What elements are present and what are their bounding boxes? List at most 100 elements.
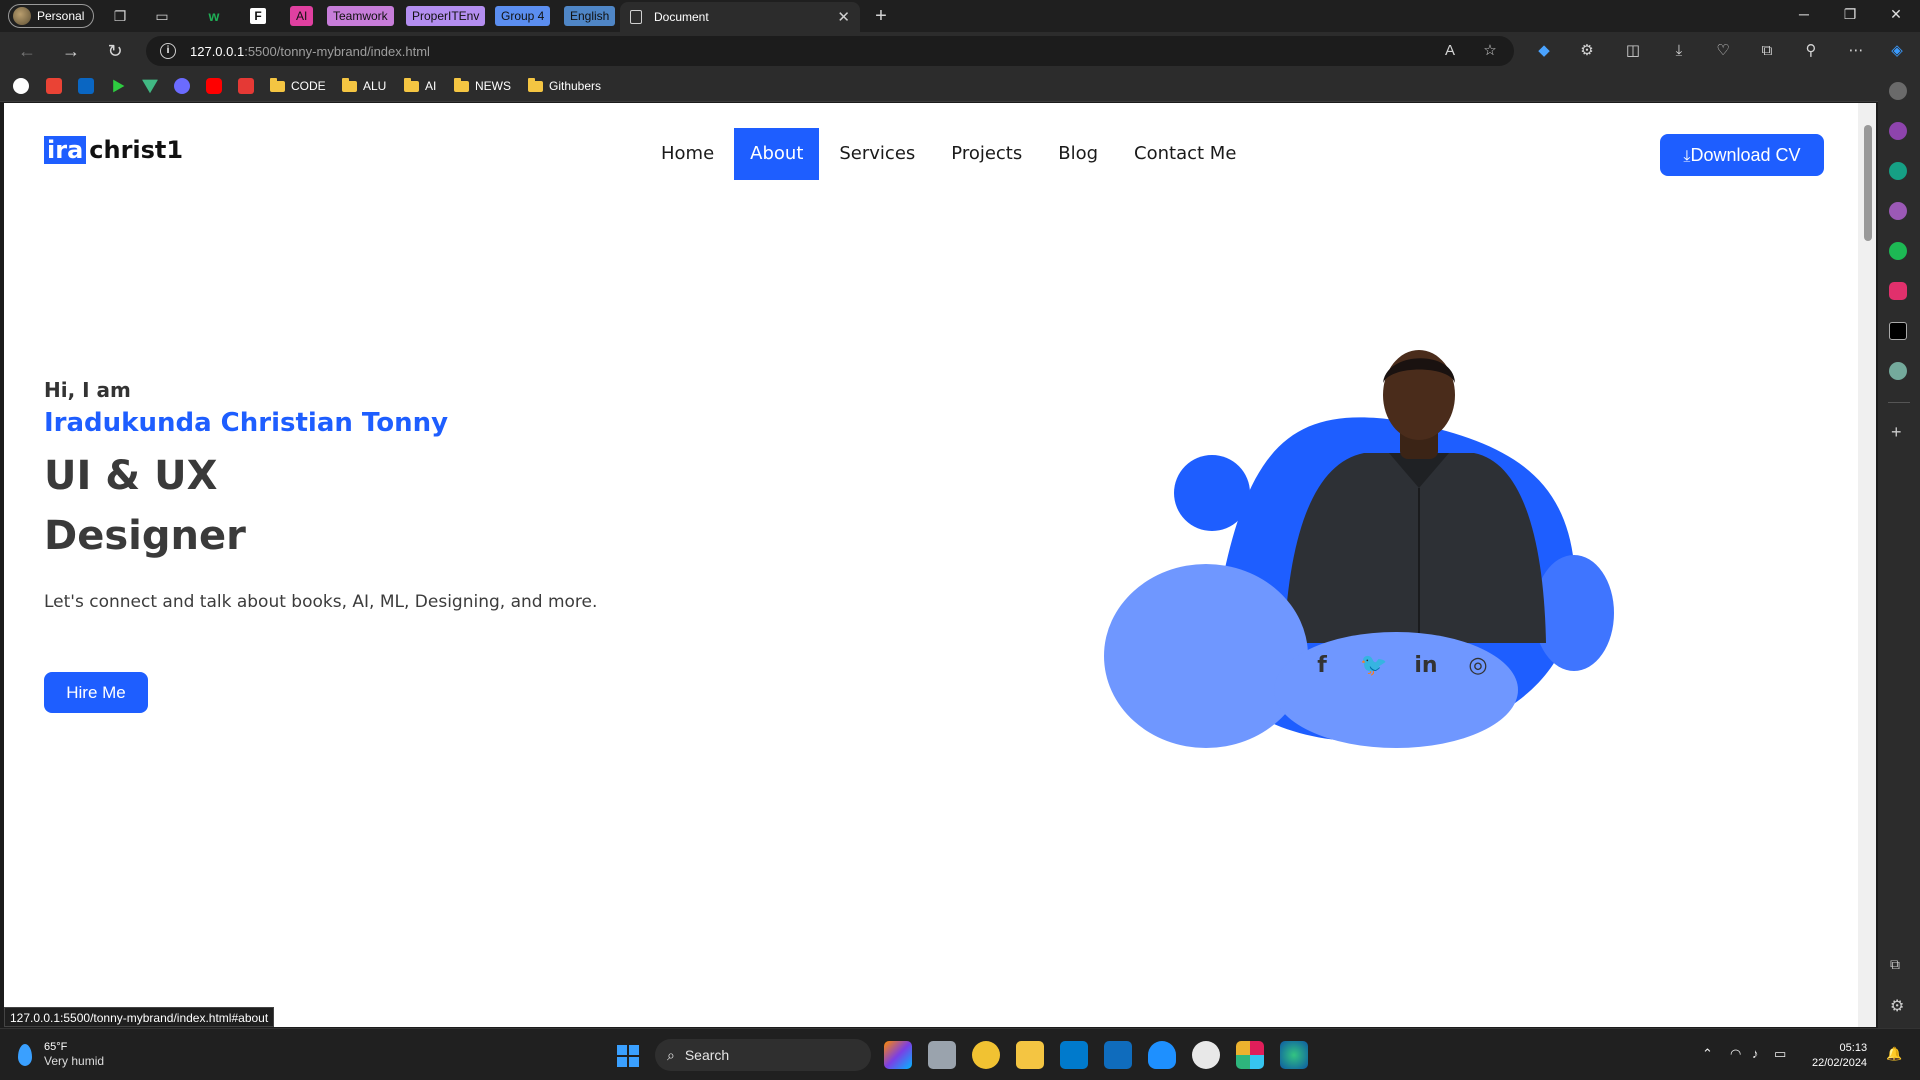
weather-widget[interactable]: 65°F Very humid xyxy=(18,1040,104,1069)
sidebar-app-l-icon[interactable] xyxy=(1889,162,1907,180)
nav-about[interactable]: About xyxy=(734,128,820,180)
nav-projects[interactable]: Projects xyxy=(935,128,1038,180)
new-tab-icon[interactable]: + xyxy=(871,6,891,26)
tab-group-properitenv[interactable]: ProperITEnv xyxy=(406,6,486,26)
collections-icon[interactable]: ⚲ xyxy=(1800,40,1822,62)
forward-icon[interactable]: → xyxy=(60,40,82,62)
pinned-tab-f-icon[interactable]: F xyxy=(250,8,266,24)
sidebar-settings-icon[interactable]: ⚙ xyxy=(1890,996,1904,1016)
favorite-star-icon[interactable]: ☆ xyxy=(1479,40,1501,62)
hire-me-button[interactable]: Hire Me xyxy=(44,672,148,713)
downloads-icon[interactable]: ⤓ xyxy=(1668,40,1690,62)
read-aloud-icon[interactable]: A xyxy=(1439,40,1461,62)
twitter-icon[interactable]: 🐦 xyxy=(1348,653,1400,678)
chatgpt-sidebar-icon[interactable] xyxy=(1889,362,1907,380)
clock-app-icon[interactable] xyxy=(1192,1041,1220,1069)
sidebar-app-o-icon[interactable] xyxy=(1889,202,1907,220)
sidebar-screenshot-icon[interactable]: ⧉ xyxy=(1890,956,1900,973)
youtube-bookmark-icon[interactable] xyxy=(206,78,222,94)
outlook-icon[interactable] xyxy=(1104,1041,1132,1069)
bookmark-folder-ai[interactable]: AI xyxy=(404,77,436,95)
bookmark-folder-code[interactable]: CODE xyxy=(270,77,326,95)
extensions-icon[interactable]: ⚙ xyxy=(1576,40,1598,62)
onedrive-icon[interactable] xyxy=(1148,1041,1176,1069)
copilot-taskbar-icon[interactable] xyxy=(884,1041,912,1069)
tab-group-english[interactable]: English xyxy=(564,6,616,26)
spotify-icon[interactable] xyxy=(1889,242,1907,260)
close-window-icon[interactable]: ✕ xyxy=(1886,6,1906,23)
slack-icon[interactable] xyxy=(1236,1041,1264,1069)
download-icon: ⤓ xyxy=(1683,148,1691,165)
x-sidebar-icon[interactable] xyxy=(1889,322,1907,340)
start-button[interactable] xyxy=(617,1045,639,1067)
profile-button[interactable]: Personal xyxy=(8,4,95,28)
site-info-icon[interactable]: i xyxy=(160,43,176,59)
hero-blob-right xyxy=(1534,555,1614,671)
folder-icon xyxy=(528,77,543,92)
active-tab[interactable]: Document ✕ xyxy=(620,2,860,32)
sidebar-search-icon[interactable] xyxy=(1889,82,1907,100)
wifi-icon[interactable]: ◠ xyxy=(1730,1046,1741,1062)
file-explorer-icon[interactable] xyxy=(1016,1041,1044,1069)
tab-group-teamwork[interactable]: Teamwork xyxy=(327,6,394,26)
sidebar-add-icon[interactable]: + xyxy=(1891,422,1902,443)
vscode-icon[interactable] xyxy=(1060,1041,1088,1069)
more-options-icon[interactable]: ⋯ xyxy=(1845,40,1867,62)
linkedin-icon[interactable]: in xyxy=(1400,653,1452,678)
browser-essentials-icon[interactable]: ♡ xyxy=(1712,40,1734,62)
restore-icon[interactable]: ❐ xyxy=(1840,6,1860,23)
back-icon[interactable]: ← xyxy=(16,40,38,62)
site-logo[interactable]: ira christ1 xyxy=(44,136,183,164)
page-scrollbar[interactable] xyxy=(1858,103,1876,1027)
folder-icon xyxy=(404,77,419,92)
split-screen-icon[interactable]: ◫ xyxy=(1622,40,1644,62)
bookmark-folder-alu[interactable]: ALU xyxy=(342,77,386,95)
screenshot-icon[interactable]: ⧉ xyxy=(1756,40,1778,62)
taskbar-clock[interactable]: 05:13 22/02/2024 xyxy=(1812,1041,1867,1071)
github-bookmark-icon[interactable] xyxy=(13,78,29,94)
notifications-icon[interactable]: 🔔 xyxy=(1886,1046,1902,1062)
app-bookmark-icon[interactable] xyxy=(174,78,190,94)
facebook-icon[interactable]: f xyxy=(1296,653,1348,678)
download-bookmark-icon[interactable] xyxy=(238,78,254,94)
page-scrollbar-thumb[interactable] xyxy=(1864,125,1872,241)
folder-label: Githubers xyxy=(549,79,602,93)
tab-group-ai[interactable]: AI xyxy=(290,6,314,26)
pinned-tab-w-icon[interactable]: w xyxy=(204,6,224,26)
taskbar-search[interactable]: ⌕ Search xyxy=(655,1039,871,1071)
url-host: 127.0.0.1 xyxy=(190,43,245,59)
sidebar-app-b-icon[interactable] xyxy=(1889,122,1907,140)
address-bar[interactable]: i 127.0.0.1:5500/tonny-mybrand/index.htm… xyxy=(146,36,1514,66)
volume-icon[interactable]: ♪ xyxy=(1752,1046,1759,1061)
bookmark-folder-news[interactable]: NEWS xyxy=(454,77,511,95)
close-tab-icon[interactable]: ✕ xyxy=(837,8,850,26)
refresh-icon[interactable]: ↻ xyxy=(104,40,126,62)
bookmark-folder-githubers[interactable]: Githubers xyxy=(528,77,601,95)
vue-bookmark-icon[interactable] xyxy=(142,79,158,94)
tray-overflow-icon[interactable]: ⌃ xyxy=(1702,1046,1713,1062)
hero-text: Hi, I am Iradukunda Christian Tonny UI &… xyxy=(44,378,597,612)
file-explorer-alt-icon[interactable] xyxy=(928,1041,956,1069)
workspaces-icon[interactable]: ❐ xyxy=(110,6,130,26)
folder-label: ALU xyxy=(363,79,387,93)
minimize-icon[interactable]: ─ xyxy=(1794,6,1814,22)
edge-taskbar-icon[interactable] xyxy=(1280,1041,1308,1069)
nav-contact[interactable]: Contact Me xyxy=(1118,128,1252,180)
instagram-sidebar-icon[interactable] xyxy=(1889,282,1907,300)
nav-services[interactable]: Services xyxy=(823,128,931,180)
tab-actions-icon[interactable]: ▭ xyxy=(152,6,172,26)
search-icon: ⌕ xyxy=(667,1046,675,1063)
nav-blog[interactable]: Blog xyxy=(1042,128,1114,180)
battery-icon[interactable]: ▭ xyxy=(1774,1046,1786,1062)
todo-app-icon[interactable] xyxy=(972,1041,1000,1069)
download-cv-button[interactable]: ⤓Download CV xyxy=(1660,134,1824,176)
copilot-icon[interactable]: ◈ xyxy=(1886,40,1908,62)
instagram-icon[interactable]: ◎ xyxy=(1452,653,1504,678)
sidebar-divider xyxy=(1888,402,1910,403)
tab-group-group4[interactable]: Group 4 xyxy=(495,6,551,26)
play-bookmark-icon[interactable] xyxy=(113,79,125,93)
linkedin-bookmark-icon[interactable] xyxy=(78,78,94,94)
gmail-bookmark-icon[interactable] xyxy=(46,78,62,94)
nav-home[interactable]: Home xyxy=(645,128,730,180)
extension-badge-icon[interactable]: ◆ xyxy=(1533,40,1555,62)
